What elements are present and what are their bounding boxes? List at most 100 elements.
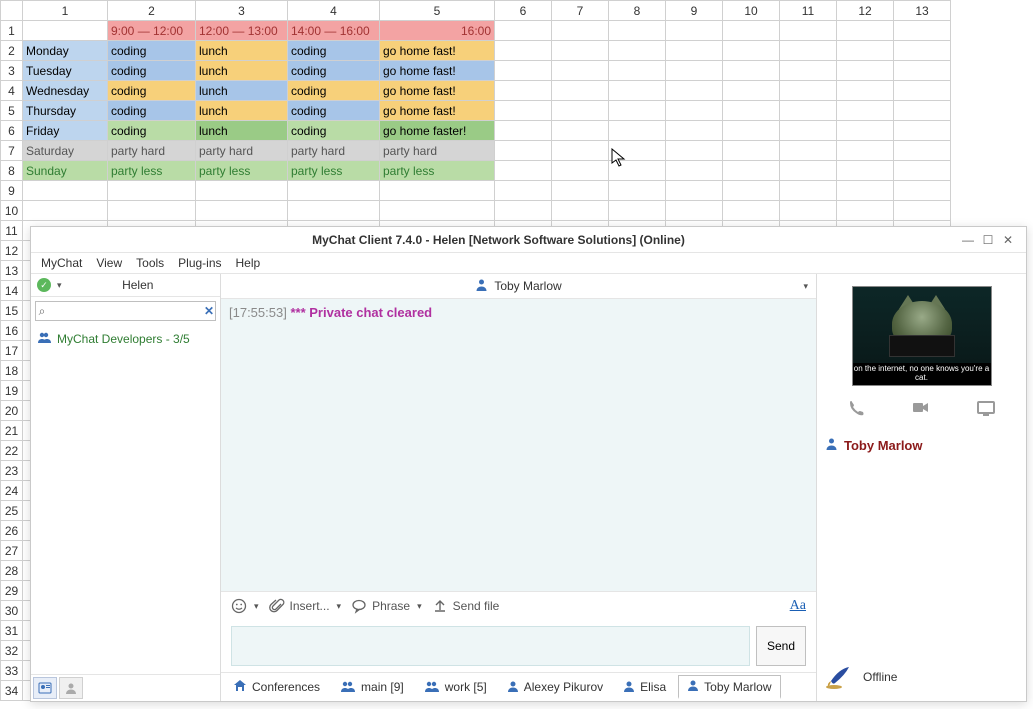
column-header[interactable]: 12	[837, 1, 894, 21]
attach-button[interactable]: Insert...▾	[269, 598, 342, 614]
cell[interactable]: 12:00 — 13:00	[196, 21, 288, 41]
row-header[interactable]: 12	[1, 241, 23, 261]
cell[interactable]	[552, 161, 609, 181]
row-header[interactable]: 24	[1, 481, 23, 501]
row-header[interactable]: 4	[1, 81, 23, 101]
send-file-button[interactable]: Send file	[432, 598, 500, 614]
cell[interactable]	[495, 161, 552, 181]
cell[interactable]	[380, 201, 495, 221]
row-header[interactable]: 26	[1, 521, 23, 541]
cell[interactable]	[780, 121, 837, 141]
cell[interactable]	[837, 181, 894, 201]
cell[interactable]	[780, 81, 837, 101]
cell[interactable]	[23, 21, 108, 41]
row-header[interactable]: 18	[1, 361, 23, 381]
cell[interactable]	[609, 41, 666, 61]
minimize-button[interactable]: —	[958, 233, 978, 247]
row-header[interactable]: 15	[1, 301, 23, 321]
menu-item[interactable]: MyChat	[41, 256, 82, 270]
column-header[interactable]	[1, 1, 23, 21]
cell[interactable]: Friday	[23, 121, 108, 141]
cell[interactable]: party hard	[196, 141, 288, 161]
cell[interactable]	[780, 61, 837, 81]
cell[interactable]: party less	[288, 161, 380, 181]
cell[interactable]	[780, 181, 837, 201]
cell[interactable]: go home fast!	[380, 101, 495, 121]
row-header[interactable]: 33	[1, 661, 23, 681]
column-header[interactable]: 13	[894, 1, 951, 21]
row-header[interactable]: 5	[1, 101, 23, 121]
menu-item[interactable]: Help	[236, 256, 261, 270]
close-button[interactable]: ✕	[998, 233, 1018, 247]
cell[interactable]: coding	[288, 61, 380, 81]
cell[interactable]	[894, 81, 951, 101]
cell[interactable]	[837, 61, 894, 81]
cell[interactable]	[666, 181, 723, 201]
cell[interactable]	[666, 101, 723, 121]
cell[interactable]	[288, 181, 380, 201]
emoji-button[interactable]: ▾	[231, 598, 259, 614]
cell[interactable]: coding	[288, 81, 380, 101]
row-header[interactable]: 23	[1, 461, 23, 481]
cell[interactable]	[894, 141, 951, 161]
bottom-tab[interactable]: Elisa	[615, 677, 674, 698]
row-header[interactable]: 14	[1, 281, 23, 301]
cell[interactable]: lunch	[196, 121, 288, 141]
cell[interactable]	[23, 181, 108, 201]
cell[interactable]	[837, 81, 894, 101]
cell[interactable]: lunch	[196, 61, 288, 81]
cell[interactable]	[552, 141, 609, 161]
cell[interactable]	[837, 161, 894, 181]
cell[interactable]: lunch	[196, 101, 288, 121]
cell[interactable]: coding	[288, 121, 380, 141]
cell[interactable]	[495, 201, 552, 221]
cell[interactable]	[666, 81, 723, 101]
cell[interactable]	[837, 201, 894, 221]
cell[interactable]	[380, 181, 495, 201]
format-button[interactable]: Aa	[790, 598, 806, 614]
cell[interactable]	[609, 101, 666, 121]
cell[interactable]	[495, 121, 552, 141]
bottom-tab[interactable]: Alexey Pikurov	[499, 677, 611, 698]
row-header[interactable]: 31	[1, 621, 23, 641]
row-header[interactable]: 30	[1, 601, 23, 621]
status-online-icon[interactable]: ✓	[37, 278, 51, 292]
cell[interactable]	[723, 101, 780, 121]
search-input[interactable]	[48, 304, 203, 318]
cell[interactable]	[495, 141, 552, 161]
cell[interactable]	[288, 201, 380, 221]
cell[interactable]	[666, 21, 723, 41]
cell[interactable]	[723, 41, 780, 61]
cell[interactable]	[552, 121, 609, 141]
row-header[interactable]: 22	[1, 441, 23, 461]
cell[interactable]: Tuesday	[23, 61, 108, 81]
cell[interactable]: party hard	[380, 141, 495, 161]
contacts-tab-button[interactable]	[33, 677, 57, 699]
menu-item[interactable]: View	[96, 256, 122, 270]
cell[interactable]	[837, 21, 894, 41]
cell[interactable]	[894, 201, 951, 221]
cell[interactable]	[723, 61, 780, 81]
cell[interactable]	[495, 61, 552, 81]
cell[interactable]	[609, 161, 666, 181]
cell[interactable]	[23, 201, 108, 221]
cell[interactable]: Monday	[23, 41, 108, 61]
cell[interactable]: lunch	[196, 81, 288, 101]
messages-area[interactable]: [17:55:53] *** Private chat cleared	[221, 299, 816, 591]
cell[interactable]	[108, 201, 196, 221]
cell[interactable]	[609, 201, 666, 221]
secondary-tab-button[interactable]	[59, 677, 83, 699]
bottom-tab[interactable]: work [5]	[416, 677, 495, 698]
cell[interactable]	[495, 21, 552, 41]
cell[interactable]	[894, 41, 951, 61]
cell[interactable]: Wednesday	[23, 81, 108, 101]
titlebar[interactable]: MyChat Client 7.4.0 - Helen [Network Sof…	[31, 227, 1026, 253]
cell[interactable]	[894, 181, 951, 201]
row-header[interactable]: 2	[1, 41, 23, 61]
row-header[interactable]: 1	[1, 21, 23, 41]
cell[interactable]: go home fast!	[380, 81, 495, 101]
cell[interactable]	[894, 61, 951, 81]
conference-item[interactable]: MyChat Developers - 3/5	[33, 329, 218, 348]
cell[interactable]	[837, 41, 894, 61]
contact-search[interactable]: ⌕ ✕	[35, 301, 216, 321]
